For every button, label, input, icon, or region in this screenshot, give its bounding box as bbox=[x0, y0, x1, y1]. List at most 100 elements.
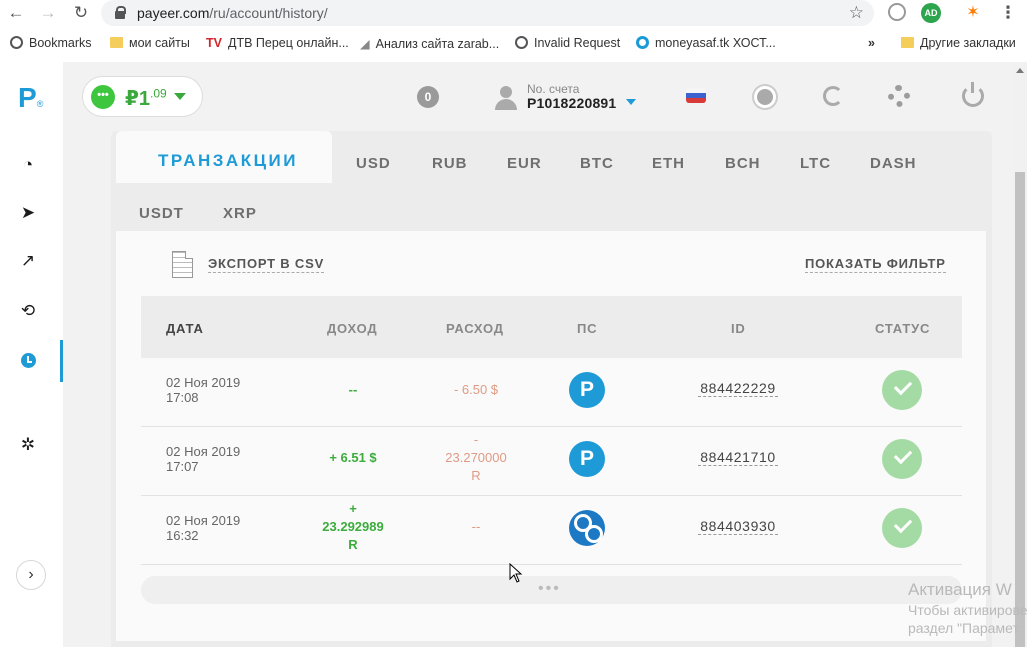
gear-icon[interactable] bbox=[888, 85, 910, 107]
address-bar[interactable]: payeer.com/ru/account/history/ ☆ bbox=[101, 0, 874, 26]
table-row[interactable]: 02 Ноя 2019 17:08 -- - 6.50 $ P 884422229 bbox=[141, 358, 962, 427]
header-date[interactable]: ДАТА bbox=[166, 321, 204, 336]
status-success-icon bbox=[882, 508, 922, 548]
row-expense: - 23.270000 R bbox=[436, 431, 516, 485]
load-more-button[interactable]: ••• bbox=[141, 576, 962, 604]
currency-tabs: ТРАНЗАКЦИИ USD RUB EUR BTC ETH BCH LTC D… bbox=[116, 131, 986, 231]
tab-transactions-label: ТРАНЗАКЦИИ bbox=[158, 151, 298, 170]
transaction-id-link[interactable]: 884422229 bbox=[698, 380, 778, 397]
adguard-icon[interactable]: AD bbox=[921, 3, 941, 23]
forward-arrow-icon[interactable]: → bbox=[37, 2, 59, 24]
power-icon[interactable] bbox=[962, 82, 984, 107]
windows-activation-watermark: Активация W Чтобы активирове раздел "Пар… bbox=[908, 580, 1027, 636]
scrollbar[interactable] bbox=[1013, 62, 1027, 647]
bookmark-label: Другие закладки bbox=[920, 36, 1016, 50]
xrp-icon bbox=[569, 510, 605, 546]
header-id[interactable]: ID bbox=[731, 321, 746, 336]
back-arrow-icon[interactable]: ← bbox=[5, 2, 27, 24]
reload-icon[interactable]: ↻ bbox=[70, 2, 92, 24]
row-time: 17:08 bbox=[166, 390, 199, 405]
lock-icon bbox=[115, 6, 126, 19]
bookmark-label: Анализ сайта zarab... bbox=[375, 37, 500, 51]
tab-eur[interactable]: EUR bbox=[507, 155, 542, 172]
header-status[interactable]: СТАТУС bbox=[875, 321, 930, 336]
row-expense: - 6.50 $ bbox=[436, 381, 516, 399]
tab-rub[interactable]: RUB bbox=[432, 155, 468, 172]
table-row[interactable]: 02 Ноя 2019 17:07 + 6.51 $ -23.270000 R P … bbox=[141, 427, 962, 496]
bookmark-star-icon[interactable]: ☆ bbox=[849, 3, 864, 23]
tab-eth[interactable]: ETH bbox=[652, 155, 685, 172]
gears-icon[interactable]: ✲ bbox=[17, 434, 39, 456]
extension-icon[interactable] bbox=[888, 3, 906, 21]
row-datetime: 02 Ноя 2019 17:07 bbox=[166, 444, 240, 474]
wallet-icon: ••• bbox=[91, 85, 115, 109]
bookmark-item[interactable]: ◢ Анализ сайта zarab... bbox=[360, 36, 499, 51]
spreadsheet-icon[interactable] bbox=[172, 251, 193, 278]
sidebar-expand-button[interactable]: › bbox=[16, 560, 46, 590]
row-time: 16:32 bbox=[166, 528, 199, 543]
bookmark-item[interactable]: Bookmarks bbox=[10, 36, 92, 50]
bookmark-label: Bookmarks bbox=[29, 36, 92, 50]
payeer-icon: P bbox=[569, 372, 605, 408]
chevron-down-icon bbox=[174, 93, 186, 100]
bookmark-item[interactable]: moneyasaf.tk ХОСТ... bbox=[636, 36, 776, 50]
language-flag-icon[interactable] bbox=[686, 88, 706, 103]
tab-bch[interactable]: BCH bbox=[725, 155, 761, 172]
bookmark-item[interactable]: Invalid Request bbox=[515, 36, 620, 50]
url-text[interactable]: payeer.com/ru/account/history/ bbox=[137, 5, 328, 21]
tab-usdt[interactable]: USDT bbox=[139, 205, 184, 222]
income-line: R bbox=[348, 537, 358, 552]
globe-icon bbox=[10, 36, 23, 49]
tab-xrp[interactable]: XRP bbox=[223, 205, 257, 222]
balance-int: 1 bbox=[138, 88, 151, 110]
theme-sun-icon[interactable] bbox=[757, 89, 773, 105]
watermark-title: Активация W bbox=[908, 580, 1012, 599]
balance-value: ₽1.09 bbox=[125, 86, 167, 111]
speedometer-icon[interactable]: ◔ bbox=[17, 154, 39, 176]
account-number[interactable]: P1018220891 bbox=[527, 95, 616, 111]
clock-icon bbox=[21, 353, 36, 368]
header-income[interactable]: ДОХОД bbox=[327, 321, 377, 336]
bookmarks-overflow[interactable]: » bbox=[868, 36, 875, 50]
browser-chrome: ← → ↻ payeer.com/ru/account/history/ ☆ A… bbox=[0, 0, 1027, 62]
chart-icon[interactable]: ↗ bbox=[17, 250, 39, 272]
sidebar-item-history[interactable] bbox=[0, 340, 63, 382]
user-icon[interactable] bbox=[494, 86, 518, 110]
show-filter-link[interactable]: ПОКАЗАТЬ ФИЛЬТР bbox=[805, 256, 946, 273]
tab-ltc[interactable]: LTC bbox=[800, 155, 831, 172]
row-datetime: 02 Ноя 2019 17:08 bbox=[166, 375, 240, 405]
scroll-up-arrow-icon[interactable] bbox=[1016, 68, 1024, 73]
tab-transactions[interactable]: ТРАНЗАКЦИИ bbox=[116, 131, 332, 183]
menu-dots-icon[interactable]: ⋮ bbox=[997, 2, 1019, 24]
export-csv-link[interactable]: ЭКСПОРТ В CSV bbox=[208, 256, 325, 273]
bookmark-label: moneyasaf.tk ХОСТ... bbox=[655, 36, 776, 50]
notifications-badge[interactable]: 0 bbox=[417, 86, 439, 108]
scroll-thumb[interactable] bbox=[1015, 172, 1025, 647]
avast-icon[interactable]: ✶ bbox=[963, 3, 983, 23]
row-expense: -- bbox=[436, 518, 516, 536]
paper-plane-icon[interactable]: ➤ bbox=[17, 202, 39, 224]
bookmark-item[interactable]: TV ДТВ Перец онлайн... bbox=[206, 36, 349, 50]
table-row[interactable]: 02 Ноя 2019 16:32 +23.292989 R -- 88440393… bbox=[141, 496, 962, 565]
tab-btc[interactable]: BTC bbox=[580, 155, 614, 172]
income-line: -- bbox=[348, 382, 358, 397]
tab-usd[interactable]: USD bbox=[356, 155, 391, 172]
tab-dash[interactable]: DASH bbox=[870, 155, 917, 172]
transaction-id-link[interactable]: 884421710 bbox=[698, 449, 778, 466]
income-line: 23.292989 bbox=[322, 519, 384, 534]
header-expense[interactable]: РАСХОД bbox=[446, 321, 504, 336]
bookmark-item[interactable]: мои сайты bbox=[110, 36, 190, 50]
transaction-id-link[interactable]: 884403930 bbox=[698, 518, 778, 535]
support-icon[interactable] bbox=[823, 86, 843, 106]
balance-currency: ₽ bbox=[125, 88, 139, 110]
balance-dropdown[interactable]: ••• ₽1.09 bbox=[82, 76, 203, 117]
exchange-icon[interactable]: ⟲ bbox=[17, 300, 39, 322]
bookmark-item[interactable]: Другие закладки bbox=[901, 36, 1016, 50]
account-chevron-icon[interactable] bbox=[626, 99, 636, 105]
payeer-logo[interactable]: P® bbox=[18, 82, 43, 114]
url-path: /ru/account/history/ bbox=[209, 5, 328, 21]
header-ps[interactable]: ПС bbox=[577, 321, 597, 336]
table-header: ДАТА ДОХОД РАСХОД ПС ID СТАТУС bbox=[141, 296, 962, 358]
row-income: -- bbox=[313, 381, 393, 399]
status-success-icon bbox=[882, 439, 922, 479]
